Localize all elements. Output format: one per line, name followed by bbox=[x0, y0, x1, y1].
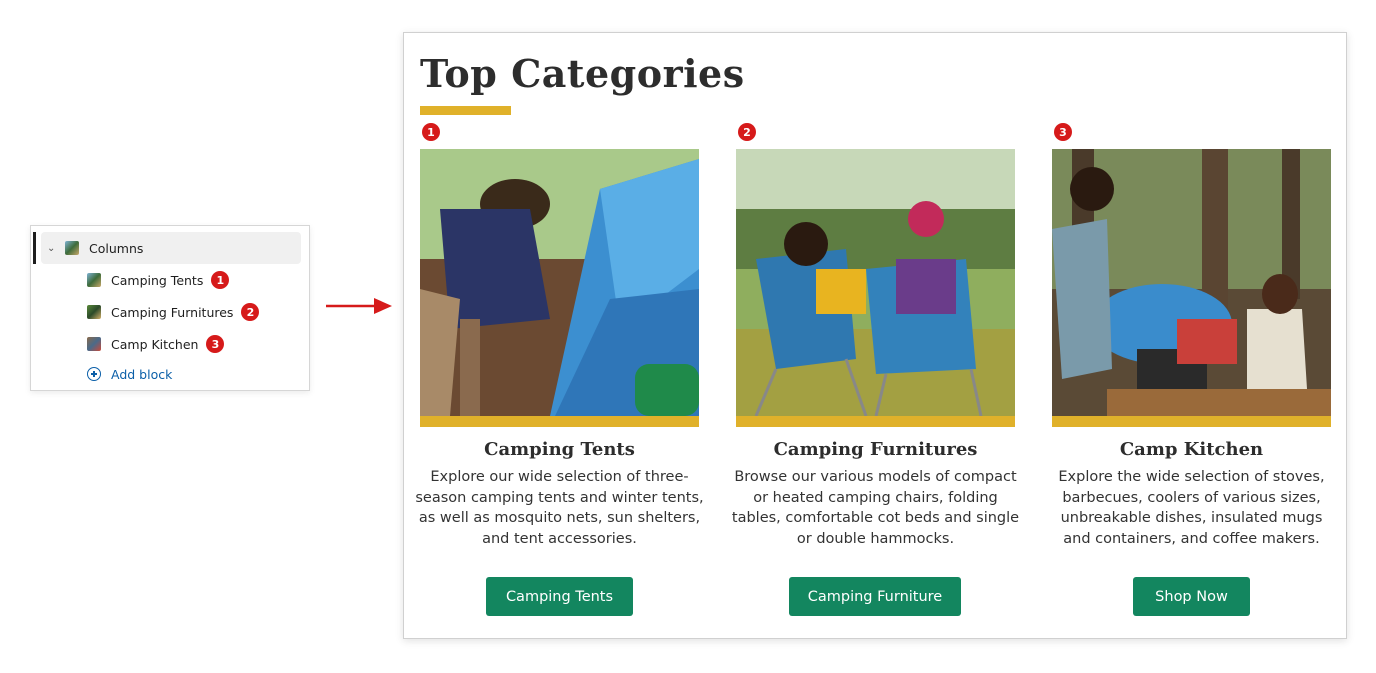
tree-item-label: Camping Tents bbox=[111, 272, 204, 288]
tree-item-camp-kitchen[interactable]: Camp Kitchen 3 bbox=[87, 328, 225, 360]
number-badge: 1 bbox=[422, 123, 440, 141]
image-thumbnail-icon bbox=[87, 305, 101, 319]
tree-item-columns[interactable]: ⌄ Columns bbox=[33, 232, 301, 264]
category-description: Explore our wide selection of three-seas… bbox=[415, 469, 704, 547]
add-block-label: Add block bbox=[111, 366, 173, 382]
tree-item-label: Columns bbox=[89, 240, 144, 256]
camping-furniture-button[interactable]: Camping Furniture bbox=[789, 577, 961, 616]
number-badge: 2 bbox=[738, 123, 756, 141]
camping-tents-button[interactable]: Camping Tents bbox=[486, 577, 633, 616]
columns-block-icon bbox=[65, 241, 79, 255]
number-badge: 3 bbox=[206, 335, 225, 353]
camp-kitchen-photo bbox=[1052, 149, 1331, 416]
category-column-furnitures: 2 Camping Furnitures Browse our various … bbox=[732, 121, 1019, 621]
image-accent-bar bbox=[736, 416, 1015, 427]
tree-item-camping-tents[interactable]: Camping Tents 1 bbox=[87, 264, 230, 296]
title-underline bbox=[420, 106, 511, 115]
category-heading: Camp Kitchen bbox=[1119, 439, 1264, 460]
image-thumbnail-icon bbox=[87, 273, 101, 287]
page-preview: Top Categories 1 Camping Tents Explore o… bbox=[403, 32, 1347, 639]
category-heading: Camping Furnitures bbox=[773, 439, 978, 460]
tree-item-camping-furnitures[interactable]: Camping Furnitures 2 bbox=[87, 296, 260, 328]
add-block-button[interactable]: Add block bbox=[87, 358, 172, 390]
number-badge: 3 bbox=[1054, 123, 1072, 141]
tent-photo bbox=[420, 149, 699, 416]
number-badge: 1 bbox=[211, 271, 230, 289]
number-badge: 2 bbox=[241, 303, 260, 321]
chevron-down-icon[interactable]: ⌄ bbox=[47, 243, 57, 254]
page-title: Top Categories bbox=[420, 51, 745, 96]
tree-item-label: Camping Furnitures bbox=[111, 304, 234, 320]
arrow-right-icon bbox=[326, 298, 392, 314]
image-thumbnail-icon bbox=[87, 337, 101, 351]
image-accent-bar bbox=[1052, 416, 1331, 427]
category-heading: Camping Tents bbox=[484, 439, 635, 460]
block-list-panel: ⌄ Columns Camping Tents 1 Camping Furnit… bbox=[30, 225, 310, 391]
plus-circle-icon bbox=[87, 367, 101, 381]
category-column-tents: 1 Camping Tents Explore our wide selecti… bbox=[415, 121, 704, 621]
shop-now-button[interactable]: Shop Now bbox=[1133, 577, 1250, 616]
category-column-kitchen: 3 Camp Kitchen Explore the wide selectio… bbox=[1052, 121, 1331, 621]
tree-item-label: Camp Kitchen bbox=[111, 336, 199, 352]
image-accent-bar bbox=[420, 416, 699, 427]
category-description: Explore the wide selection of stoves, ba… bbox=[1058, 469, 1325, 547]
category-description: Browse our various models of compact or … bbox=[731, 469, 1020, 547]
camping-chairs-photo bbox=[736, 149, 1015, 416]
